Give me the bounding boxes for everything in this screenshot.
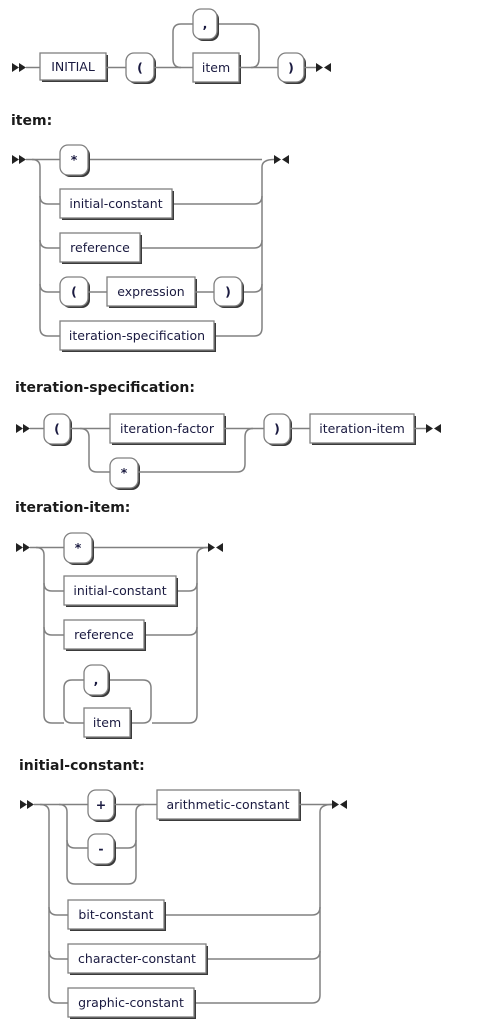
choice-initial-constant[interactable]: initial-constant: [59, 188, 174, 220]
start-arrow-icon: [16, 424, 30, 433]
choice-star[interactable]: *: [59, 144, 90, 177]
close-paren-label: ): [288, 60, 294, 75]
choice-expression[interactable]: expression: [106, 276, 197, 308]
diagram-initial-constant: + - arithmetic-constant bit-constant cha…: [20, 789, 347, 1019]
diagram-iteration-item: * initial-constant reference , item: [16, 532, 223, 739]
open-paren-label: (: [137, 60, 143, 75]
terminal-close-paren[interactable]: ): [277, 52, 306, 84]
terminal-star[interactable]: *: [109, 457, 140, 490]
comma-label: ,: [94, 672, 99, 687]
terminal-minus[interactable]: -: [87, 833, 116, 866]
nonterminal-iteration-factor[interactable]: iteration-factor: [109, 413, 226, 445]
choice-reference[interactable]: reference: [63, 619, 146, 651]
end-arrow-icon: [426, 424, 441, 433]
expression-label: expression: [117, 284, 184, 299]
nonterminal-iteration-item[interactable]: iteration-item: [309, 413, 416, 445]
start-arrow-icon: [16, 543, 30, 552]
initial-constant-label: initial-constant: [73, 583, 166, 598]
terminal-open-paren[interactable]: (: [125, 52, 156, 84]
choice-open-paren[interactable]: (: [59, 276, 90, 308]
iteration-specification-label: iteration-specification: [69, 328, 205, 343]
end-arrow-icon: [208, 543, 223, 552]
open-paren-label: (: [71, 284, 77, 299]
plus-label: +: [96, 797, 106, 812]
star-label: *: [121, 465, 128, 480]
choice-graphic-constant[interactable]: graphic-constant: [67, 987, 196, 1019]
keyword-initial[interactable]: INITIAL: [39, 52, 108, 82]
iteration-item-label: iteration-item: [319, 421, 405, 436]
arithmetic-constant-label: arithmetic-constant: [166, 797, 289, 812]
terminal-comma[interactable]: ,: [83, 664, 110, 697]
end-arrow-icon: [316, 63, 331, 72]
comma-label: ,: [203, 16, 208, 31]
choice-reference[interactable]: reference: [59, 232, 142, 264]
keyword-initial-label: INITIAL: [51, 59, 95, 74]
terminal-plus[interactable]: +: [87, 789, 116, 822]
close-paren-label: ): [225, 284, 231, 299]
choice-initial-constant[interactable]: initial-constant: [63, 575, 178, 607]
choice-character-constant[interactable]: character-constant: [67, 943, 208, 975]
bit-constant-label: bit-constant: [78, 907, 153, 922]
character-constant-label: character-constant: [78, 951, 196, 966]
choice-iteration-specification[interactable]: iteration-specification: [59, 320, 216, 352]
choice-bit-constant[interactable]: bit-constant: [67, 899, 166, 931]
iteration-factor-label: iteration-factor: [120, 421, 215, 436]
end-arrow-icon: [274, 155, 289, 164]
diagram-item: * initial-constant reference ( expressio…: [12, 144, 289, 352]
initial-constant-label: initial-constant: [69, 196, 162, 211]
diagram-initial: INITIAL ( , item ): [12, 8, 331, 84]
start-arrow-icon: [12, 63, 26, 72]
nonterminal-arithmetic-constant[interactable]: arithmetic-constant: [156, 789, 301, 821]
choice-close-paren[interactable]: ): [213, 276, 244, 308]
diagram-iteration-specification: ( iteration-factor * ) iteration-item: [16, 413, 441, 490]
choice-star[interactable]: *: [63, 532, 94, 565]
terminal-comma[interactable]: ,: [192, 8, 219, 41]
nonterminal-item[interactable]: item: [83, 707, 132, 739]
end-arrow-icon: [332, 800, 347, 809]
reference-label: reference: [74, 627, 134, 642]
nonterminal-item[interactable]: item: [192, 52, 241, 84]
star-label: *: [75, 540, 82, 555]
minus-label: -: [98, 841, 103, 856]
star-label: *: [71, 152, 78, 167]
item-label: item: [93, 715, 121, 730]
graphic-constant-label: graphic-constant: [78, 995, 184, 1010]
close-paren-label: ): [274, 421, 280, 436]
railroad-diagrams: INITIAL ( , item ) * initial-constant re…: [12, 8, 441, 1019]
reference-label: reference: [70, 240, 130, 255]
item-label: item: [202, 60, 230, 75]
terminal-close-paren[interactable]: ): [263, 413, 292, 446]
open-paren-label: (: [54, 421, 60, 436]
start-arrow-icon: [20, 800, 34, 809]
terminal-open-paren[interactable]: (: [43, 413, 72, 446]
start-arrow-icon: [12, 155, 26, 164]
